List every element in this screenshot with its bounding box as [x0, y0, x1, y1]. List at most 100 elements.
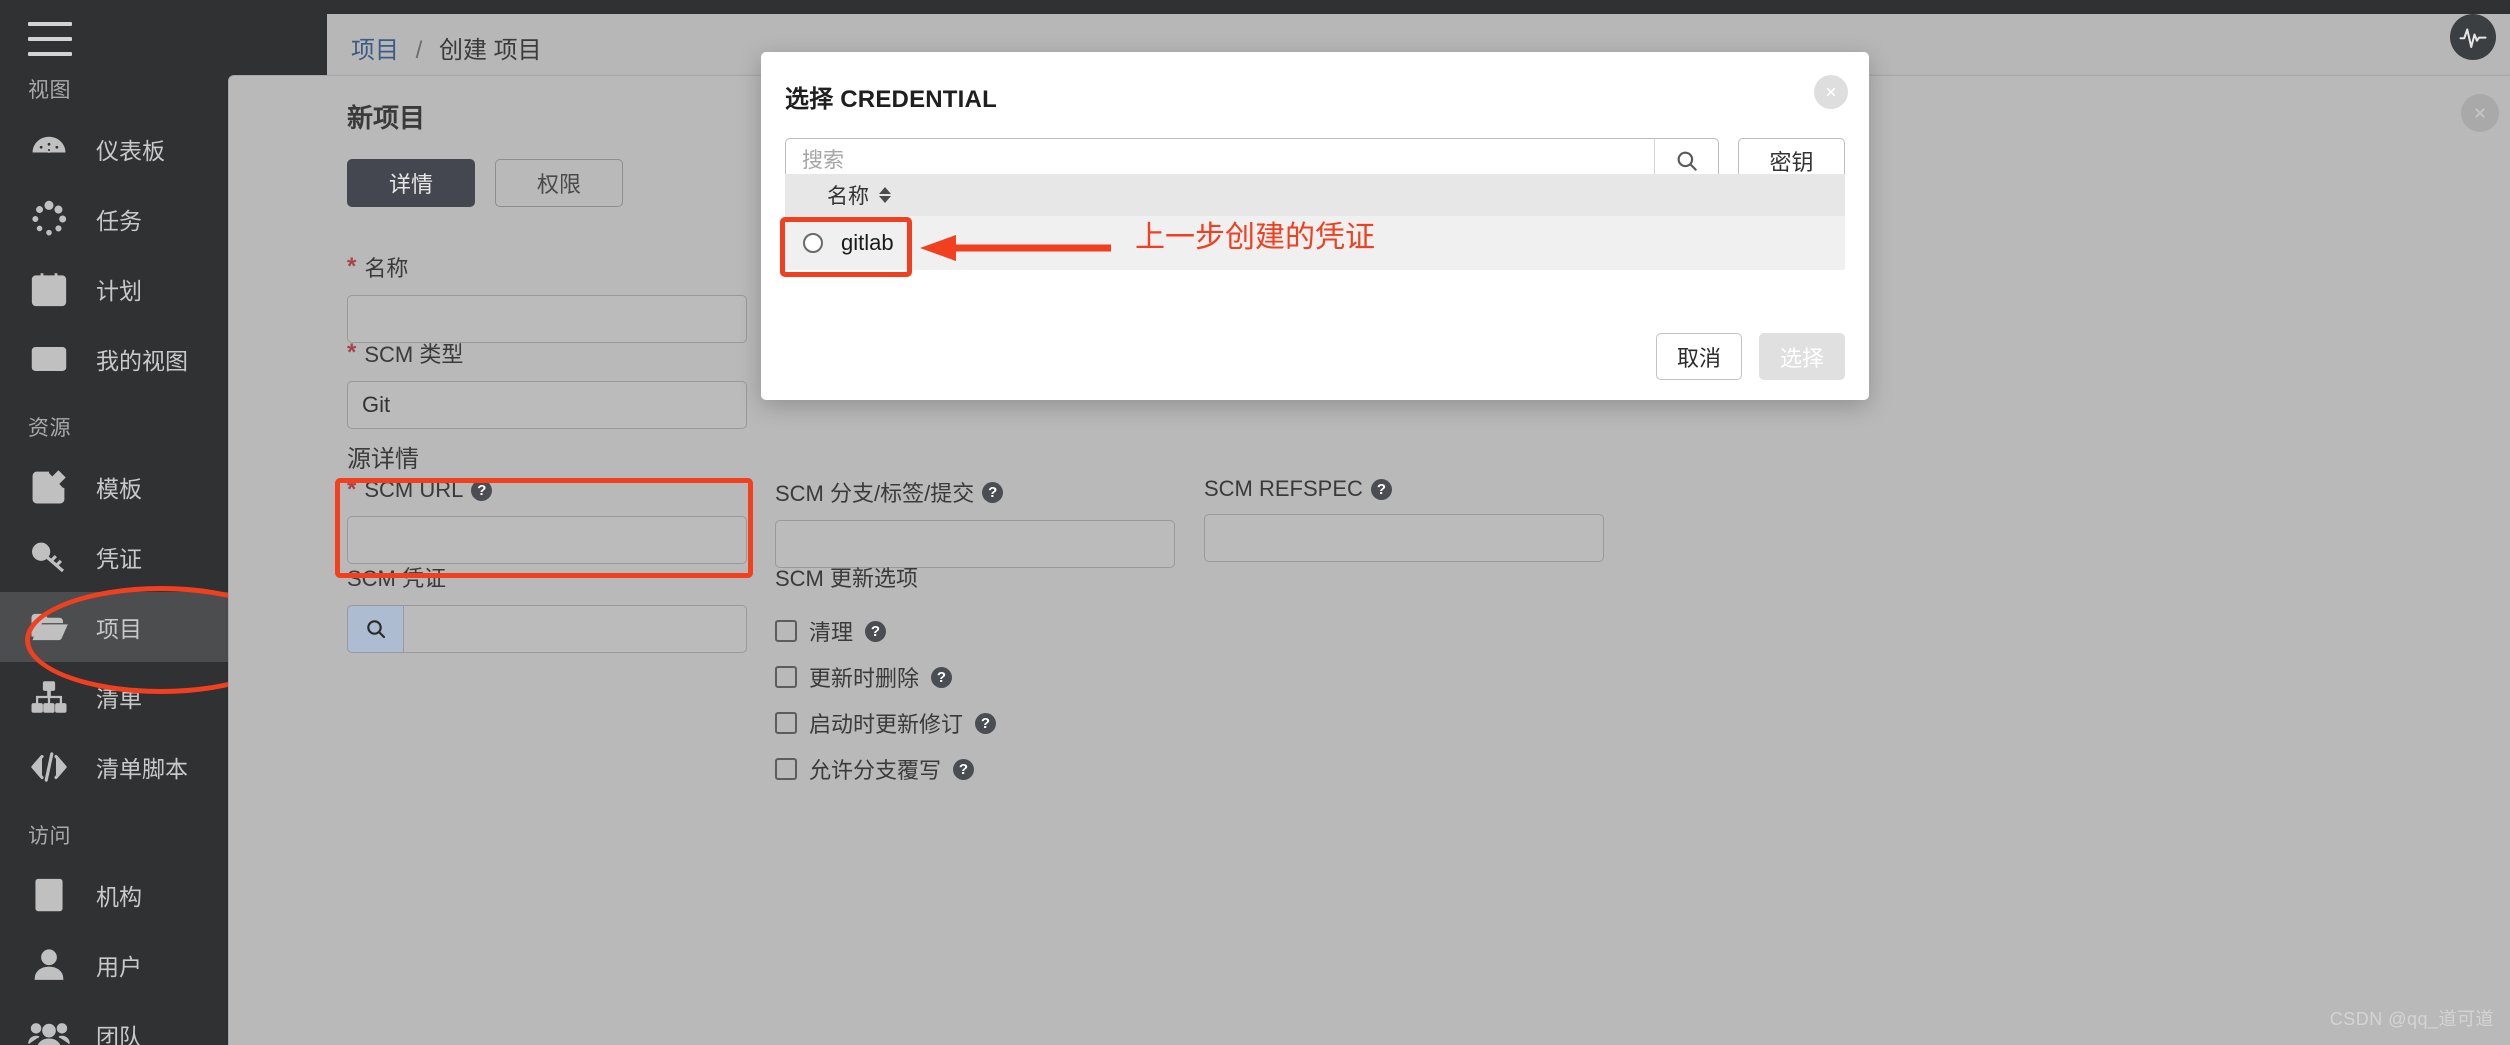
field-scm-type: * SCM 类型 Git	[347, 337, 747, 429]
help-icon[interactable]: ?	[982, 481, 1004, 503]
required-asterisk: *	[347, 476, 357, 503]
top-bar	[327, 0, 2510, 14]
sitemap-icon	[28, 676, 70, 718]
key-icon	[28, 536, 70, 578]
field-scm-url: * SCM URL ?	[347, 476, 747, 564]
checkbox-label: 允许分支覆写	[809, 758, 942, 783]
hamburger-bar	[28, 52, 72, 56]
breadcrumb-root-link[interactable]: 项目	[351, 37, 399, 64]
required-asterisk: *	[347, 339, 357, 366]
checkbox-row[interactable]: 更新时删除 ?	[775, 661, 1195, 693]
checkbox-allow-branch-override[interactable]	[775, 758, 797, 780]
label-text: SCM URL	[364, 477, 464, 502]
close-circle-icon[interactable]	[2461, 94, 2499, 132]
field-scm-credential-label: SCM 凭证	[347, 561, 747, 593]
label-text: SCM REFSPEC	[1204, 476, 1363, 501]
sort-desc-arrow	[879, 196, 891, 203]
checkbox-label: 更新时删除	[809, 666, 920, 691]
field-scm-branch: SCM 分支/标签/提交 ?	[775, 476, 1175, 568]
sidebar-item-label: 团队	[96, 1024, 142, 1045]
sidebar-item-label: 我的视图	[96, 348, 188, 374]
help-icon[interactable]: ?	[1370, 478, 1392, 500]
hamburger-bar	[28, 37, 72, 41]
sort-asc-arrow	[879, 187, 891, 194]
credential-name: gitlab	[841, 230, 894, 255]
activity-pulse-icon[interactable]	[2450, 14, 2496, 60]
sidebar-item-label: 凭证	[96, 546, 142, 572]
scm-url-input[interactable]	[347, 516, 747, 564]
table-header-row: 名称	[785, 174, 1845, 216]
checkbox-label: 启动时更新修订	[809, 712, 964, 737]
select-button: 选择	[1758, 333, 1845, 380]
label-text: 名称	[364, 256, 409, 281]
select-credential-modal: 选择 CREDENTIAL 密钥 名称 g	[761, 52, 1869, 400]
breadcrumb-current: 创建 项目	[439, 37, 542, 64]
sidebar-item-label: 清单脚本	[96, 756, 188, 782]
scm-type-select[interactable]: Git	[347, 381, 747, 429]
sidebar-item-label: 清单	[96, 686, 142, 712]
folder-icon	[28, 606, 70, 648]
scm-update-options: SCM 更新选项 清理 ? 更新时删除 ? 启动时更新修订 ? 允许分支覆写 ?	[775, 561, 1195, 799]
sidebar-item-label: 任务	[96, 208, 142, 234]
dashboard-icon	[28, 128, 70, 170]
field-name-label: * 名称	[347, 251, 747, 283]
field-scm-refspec-label: SCM REFSPEC ?	[1204, 476, 1604, 502]
checkbox-row[interactable]: 清理 ?	[775, 615, 1195, 647]
help-icon[interactable]: ?	[931, 666, 953, 688]
hamburger-bar	[28, 22, 72, 26]
field-scm-refspec: SCM REFSPEC ?	[1204, 476, 1604, 562]
help-icon[interactable]: ?	[975, 712, 997, 734]
sidebar-item-label: 计划	[96, 278, 142, 304]
help-icon[interactable]: ?	[865, 620, 887, 642]
template-edit-icon	[28, 466, 70, 508]
tab-details[interactable]: 详情	[347, 159, 475, 207]
help-icon[interactable]: ?	[471, 479, 493, 501]
field-scm-type-label: * SCM 类型	[347, 337, 747, 369]
sidebar-item-label: 机构	[96, 884, 142, 910]
checkbox-label: 清理	[809, 620, 854, 645]
search-icon[interactable]	[347, 605, 403, 653]
modal-title: 选择 CREDENTIAL	[785, 86, 997, 113]
required-asterisk: *	[347, 253, 357, 280]
field-scm-credential: SCM 凭证	[347, 561, 747, 653]
field-name: * 名称	[347, 251, 747, 343]
jobs-icon	[28, 198, 70, 240]
source-details-heading: 源详情	[347, 446, 419, 473]
calendar-icon	[28, 268, 70, 310]
breadcrumb-separator: /	[415, 37, 423, 64]
close-circle-icon[interactable]	[1814, 75, 1848, 109]
checkbox-row[interactable]: 启动时更新修订 ?	[775, 707, 1195, 739]
page-title: 新项目	[347, 103, 426, 133]
panels-icon	[28, 338, 70, 380]
label-text: SCM 类型	[364, 342, 464, 367]
sidebar-item-label: 模板	[96, 476, 142, 502]
sort-icon[interactable]	[879, 187, 891, 203]
tab-permissions[interactable]: 权限	[495, 159, 623, 207]
radio-button[interactable]	[803, 233, 823, 253]
field-scm-url-label: * SCM URL ?	[347, 476, 747, 504]
scm-update-options-label: SCM 更新选项	[775, 566, 919, 591]
scm-credential-input[interactable]	[403, 605, 747, 653]
sidebar-item-label: 仪表板	[96, 138, 165, 164]
users-icon	[28, 1014, 70, 1045]
cancel-button[interactable]: 取消	[1655, 333, 1742, 380]
breadcrumb: 项目 / 创建 项目	[351, 30, 542, 65]
checkbox-clean[interactable]	[775, 620, 797, 642]
sidebar-item-label: 项目	[96, 616, 142, 642]
sidebar-item-label: 用户	[96, 954, 142, 980]
scm-refspec-input[interactable]	[1204, 514, 1604, 562]
label-text: SCM 分支/标签/提交	[775, 481, 975, 506]
name-input[interactable]	[347, 295, 747, 343]
checkbox-row[interactable]: 允许分支覆写 ?	[775, 753, 1195, 785]
building-icon	[28, 874, 70, 916]
code-icon	[28, 746, 70, 788]
checkbox-delete-on-update[interactable]	[775, 666, 797, 688]
column-header-name[interactable]: 名称	[827, 180, 869, 210]
label-text: SCM 凭证	[347, 566, 447, 591]
annotation-note: 上一步创建的凭证	[1135, 220, 1375, 255]
field-scm-branch-label: SCM 分支/标签/提交 ?	[775, 476, 1175, 508]
checkbox-update-revision-on-launch[interactable]	[775, 712, 797, 734]
user-icon	[28, 944, 70, 986]
help-icon[interactable]: ?	[953, 758, 975, 780]
hamburger-icon[interactable]	[28, 22, 72, 56]
